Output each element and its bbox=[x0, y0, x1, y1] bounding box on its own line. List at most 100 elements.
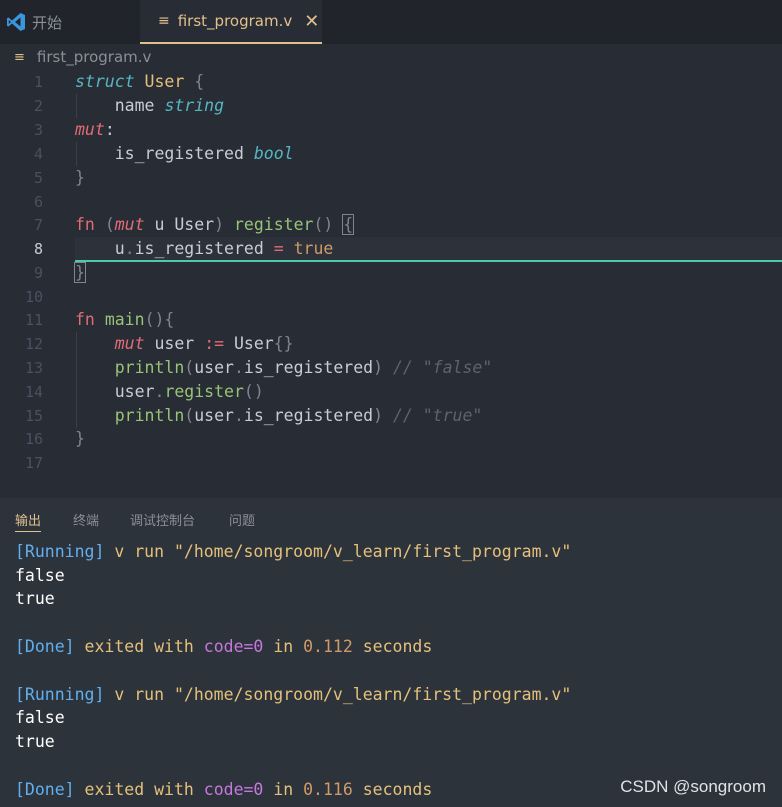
tab-problems[interactable]: 问题 bbox=[229, 510, 255, 529]
token: user bbox=[154, 334, 195, 353]
line-number: 12 bbox=[24, 335, 43, 353]
code-line: 5 } bbox=[0, 166, 782, 190]
token: ) bbox=[373, 358, 383, 377]
output-line: false bbox=[15, 708, 65, 727]
line-number: 6 bbox=[33, 193, 43, 211]
token: . bbox=[233, 406, 244, 425]
line-number: 8 bbox=[33, 240, 43, 258]
token: } bbox=[74, 262, 86, 283]
token: user bbox=[114, 382, 155, 401]
code-line: 1 struct User { bbox=[0, 70, 782, 94]
token: fn bbox=[75, 215, 95, 234]
tab-terminal[interactable]: 终端 bbox=[73, 510, 99, 529]
token: // "true" bbox=[392, 406, 483, 425]
tab-first-program[interactable]: ≡ first_program.v ✕ bbox=[140, 0, 322, 44]
output-line: true bbox=[15, 732, 55, 751]
token: string bbox=[164, 96, 225, 115]
output-line: false bbox=[15, 566, 65, 585]
tab-output[interactable]: 输出 bbox=[15, 510, 42, 532]
token: (){ bbox=[144, 310, 175, 329]
token: {} bbox=[273, 334, 294, 353]
panel-tabs: 输出 终端 调试控制台 问题 bbox=[0, 498, 782, 538]
token: mut bbox=[114, 215, 145, 234]
token: () bbox=[243, 382, 264, 401]
code-line: 4 is_registered bool bbox=[0, 142, 782, 166]
token: is_registered bbox=[134, 239, 264, 258]
token: . bbox=[154, 382, 165, 401]
token: ) bbox=[214, 215, 225, 234]
line-number: 11 bbox=[24, 311, 43, 329]
token: main bbox=[104, 310, 145, 329]
token: User bbox=[144, 72, 185, 91]
vscode-logo-icon bbox=[7, 13, 25, 31]
token: is_registered bbox=[243, 358, 374, 377]
code-line: 15 println(user.is_registered) // "true" bbox=[0, 404, 782, 428]
code-line: 13 println(user.is_registered) // "false… bbox=[0, 356, 782, 380]
tab-debug-console[interactable]: 调试控制台 bbox=[130, 510, 195, 529]
code-line: 2 name string bbox=[0, 94, 782, 118]
token: ) bbox=[373, 406, 383, 425]
token: user bbox=[194, 358, 234, 377]
tab-start-label: 开始 bbox=[32, 13, 63, 32]
token: () bbox=[313, 215, 334, 234]
line-number: 2 bbox=[33, 97, 43, 115]
code-line: 10 bbox=[0, 285, 782, 309]
watermark: CSDN @songroom bbox=[620, 777, 766, 796]
token: ( bbox=[184, 406, 195, 425]
token: register bbox=[164, 382, 244, 401]
token: { bbox=[342, 214, 355, 235]
token: ( bbox=[104, 215, 115, 234]
code-line: 7 fn (mut u User) register() { bbox=[0, 213, 782, 237]
token: fn bbox=[75, 310, 95, 329]
output-line: [Done] exited with code=0 in 0.116 secon… bbox=[15, 780, 433, 799]
code-line: 16 } bbox=[0, 427, 782, 451]
file-lines-icon: ≡ bbox=[158, 13, 170, 29]
token: ( bbox=[184, 358, 195, 377]
token: user bbox=[194, 406, 234, 425]
output-line: [Running] v run "/home/songroom/v_learn/… bbox=[15, 685, 572, 704]
code-line: 17 bbox=[0, 451, 782, 475]
token: u bbox=[154, 215, 165, 234]
token: = bbox=[273, 239, 284, 258]
line-number: 17 bbox=[24, 454, 43, 472]
code-line: 14 user.register() bbox=[0, 380, 782, 404]
breadcrumb: ≡ first_program.v bbox=[0, 44, 782, 70]
line-number: 4 bbox=[33, 145, 43, 163]
close-icon[interactable]: ✕ bbox=[304, 11, 319, 32]
token: println bbox=[114, 406, 185, 425]
token: struct bbox=[75, 72, 135, 91]
token: . bbox=[233, 358, 244, 377]
code-line: 3 mut: bbox=[0, 118, 782, 142]
file-lines-icon: ≡ bbox=[14, 49, 25, 65]
line-number: 10 bbox=[24, 288, 43, 306]
code-line: 9 } bbox=[0, 261, 782, 285]
token: bool bbox=[253, 144, 294, 163]
token: User bbox=[234, 334, 274, 353]
code-line: 6 bbox=[0, 190, 782, 214]
token: mut bbox=[114, 334, 145, 353]
code-editor[interactable]: 1 struct User { 2 name string 3 mut: 4 i… bbox=[0, 70, 782, 498]
token: println bbox=[114, 358, 185, 377]
line-number: 3 bbox=[33, 121, 43, 139]
output-line: true bbox=[15, 589, 55, 608]
code-line-current: 8 u.is_registered = true bbox=[0, 237, 782, 261]
line-number: 7 bbox=[33, 216, 43, 234]
line-number: 1 bbox=[33, 73, 43, 91]
token: is_registered bbox=[114, 144, 244, 163]
token: : bbox=[104, 120, 115, 139]
code-line: 12 mut user := User{} bbox=[0, 332, 782, 356]
line-number: 13 bbox=[24, 359, 43, 377]
token: name bbox=[114, 96, 155, 115]
token: } bbox=[75, 429, 85, 448]
line-number: 9 bbox=[33, 264, 43, 282]
token: // "false" bbox=[392, 358, 493, 377]
tab-start[interactable]: 开始 bbox=[0, 0, 140, 44]
token: } bbox=[75, 168, 85, 187]
code-line: 11 fn main(){ bbox=[0, 308, 782, 332]
line-number: 5 bbox=[33, 169, 43, 187]
token: := bbox=[204, 334, 225, 353]
output-line: [Running] v run "/home/songroom/v_learn/… bbox=[15, 542, 572, 561]
breadcrumb-label[interactable]: first_program.v bbox=[37, 48, 152, 66]
token: mut bbox=[75, 120, 105, 139]
line-number: 16 bbox=[24, 430, 43, 448]
